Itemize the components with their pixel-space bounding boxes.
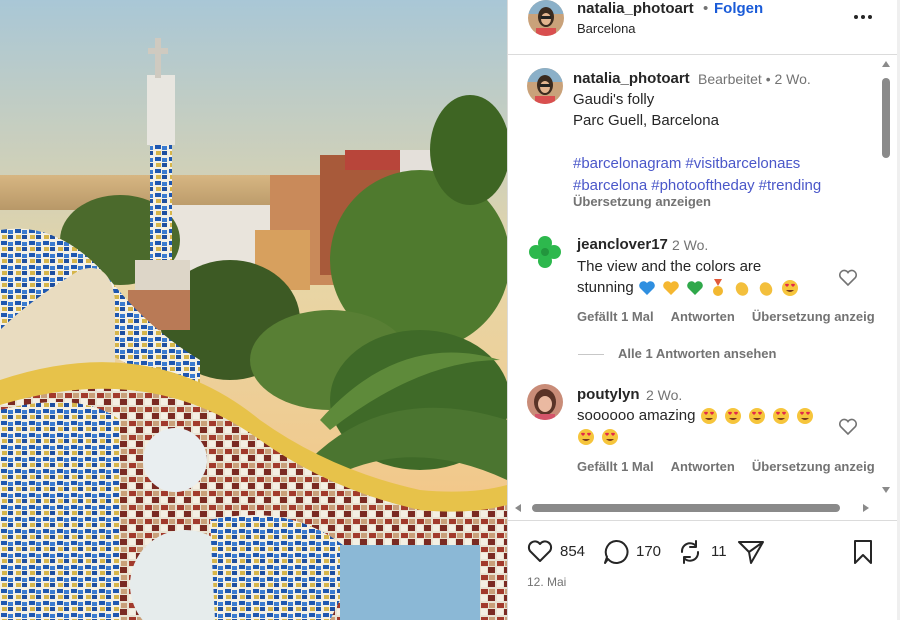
- comments-list[interactable]: natalia_photoart Bearbeitet • 2 Wo. Gaud…: [508, 56, 878, 496]
- caption-line-1: Gaudi's folly: [573, 91, 655, 108]
- heart-eyes-icon: [578, 429, 594, 446]
- hashtag-link[interactable]: #barcelonagram: [573, 155, 681, 172]
- like-comment-heart-icon[interactable]: [838, 269, 858, 287]
- vertical-scroll-thumb[interactable]: [882, 78, 890, 158]
- comment-time: 2 Wo.: [646, 387, 683, 403]
- post-side-panel: natalia_photoart • Folgen Barcelona nata…: [507, 0, 898, 620]
- comment-avatar[interactable]: [527, 384, 563, 420]
- reply-button[interactable]: Antworten: [671, 309, 735, 324]
- heart-eyes-icon: [773, 408, 790, 425]
- comment-username[interactable]: jeanclover17: [577, 236, 668, 253]
- translate-comment-link[interactable]: Übersetzung anzeig: [752, 459, 875, 474]
- reposts-count[interactable]: 11: [711, 543, 727, 560]
- comment-body: soooooo amazing: [577, 407, 696, 424]
- avatar[interactable]: [528, 0, 564, 36]
- horizontal-scroll-thumb[interactable]: [532, 504, 840, 512]
- heart-eyes-icon: [724, 408, 741, 425]
- comment-text: soooooo amazing: [577, 405, 817, 447]
- comment-likes-count[interactable]: Gefällt 1 Mal: [577, 459, 654, 474]
- clapping-hands-icon: [759, 282, 773, 296]
- show-replies-label: Alle 1 Antworten ansehen: [618, 346, 777, 361]
- comment-actions: Gefällt 1 Mal Antworten Übersetzung anzeig: [577, 309, 878, 324]
- green-heart-icon: [687, 281, 704, 296]
- like-heart-icon[interactable]: [527, 539, 553, 563]
- heart-eyes-icon: [602, 429, 619, 446]
- yellow-heart-icon: [663, 281, 679, 296]
- post-date: 12. Mai: [527, 575, 567, 589]
- comment-likes-count[interactable]: Gefällt 1 Mal: [577, 309, 654, 324]
- medal-icon: [713, 279, 724, 297]
- like-comment-heart-icon[interactable]: [838, 418, 858, 436]
- post-action-bar: 854 170 11 12. Mai: [508, 520, 898, 620]
- heart-eyes-icon: [748, 408, 765, 425]
- translate-comment-link[interactable]: Übersetzung anzeig: [752, 309, 875, 324]
- clover-icon: [527, 234, 563, 270]
- caption-translate-link[interactable]: Übersetzung anzeigen: [573, 194, 711, 209]
- reply-button[interactable]: Antworten: [671, 459, 735, 474]
- blue-heart-icon: [639, 281, 655, 296]
- separator-dot: •: [703, 0, 709, 17]
- bookmark-icon[interactable]: [852, 539, 874, 565]
- post-header: natalia_photoart • Folgen Barcelona: [508, 0, 898, 55]
- replies-divider: [578, 354, 604, 356]
- heart-eyes-icon: [797, 408, 814, 425]
- comment-username[interactable]: poutylyn: [577, 386, 640, 403]
- follow-button[interactable]: Folgen: [714, 0, 763, 17]
- comment-avatar[interactable]: [527, 234, 563, 270]
- hashtag-link[interactable]: #photooftheday: [651, 177, 754, 194]
- hashtag-link[interactable]: #trending: [759, 177, 822, 194]
- more-horizontal-icon[interactable]: [852, 10, 874, 24]
- repost-icon[interactable]: [677, 539, 703, 565]
- show-replies-button[interactable]: Alle 1 Antworten ansehen: [578, 346, 776, 361]
- park-guell-photo: [0, 0, 507, 620]
- comment-text: The view and the colors are stunning: [577, 256, 817, 298]
- caption-avatar[interactable]: [527, 68, 563, 104]
- caption-hashtags: #barcelonagram #visitbarcelonaᴇs #barcelo…: [573, 153, 873, 197]
- scroll-up-arrow-icon[interactable]: [881, 60, 891, 68]
- scroll-left-arrow-icon[interactable]: [514, 503, 522, 513]
- horizontal-scrollbar[interactable]: [508, 499, 878, 515]
- vertical-scrollbar[interactable]: [879, 60, 893, 496]
- clapping-hands-icon: [735, 282, 748, 296]
- heart-eyes-icon: [700, 408, 717, 425]
- heart-eyes-icon: [781, 280, 798, 297]
- caption-edited-meta: Bearbeitet • 2 Wo.: [698, 71, 811, 87]
- caption-username[interactable]: natalia_photoart: [573, 70, 690, 87]
- comments-count[interactable]: 170: [636, 543, 661, 560]
- hashtag-link[interactable]: #visitbarcelonaᴇs: [685, 155, 800, 172]
- likes-count[interactable]: 854: [560, 543, 585, 560]
- comment-bubble-icon[interactable]: [603, 539, 629, 565]
- scroll-down-arrow-icon[interactable]: [881, 486, 891, 494]
- caption-line-2: Parc Guell, Barcelona: [573, 112, 719, 129]
- comment-time: 2 Wo.: [672, 237, 709, 253]
- hashtag-link[interactable]: #barcelona: [573, 177, 647, 194]
- location-link[interactable]: Barcelona: [577, 21, 636, 36]
- header-username[interactable]: natalia_photoart: [577, 0, 694, 17]
- scroll-right-arrow-icon[interactable]: [862, 503, 870, 513]
- post-photo[interactable]: [0, 0, 507, 620]
- share-paper-plane-icon[interactable]: [737, 539, 765, 565]
- comment-actions: Gefällt 1 Mal Antworten Übersetzung anzeig: [577, 459, 878, 474]
